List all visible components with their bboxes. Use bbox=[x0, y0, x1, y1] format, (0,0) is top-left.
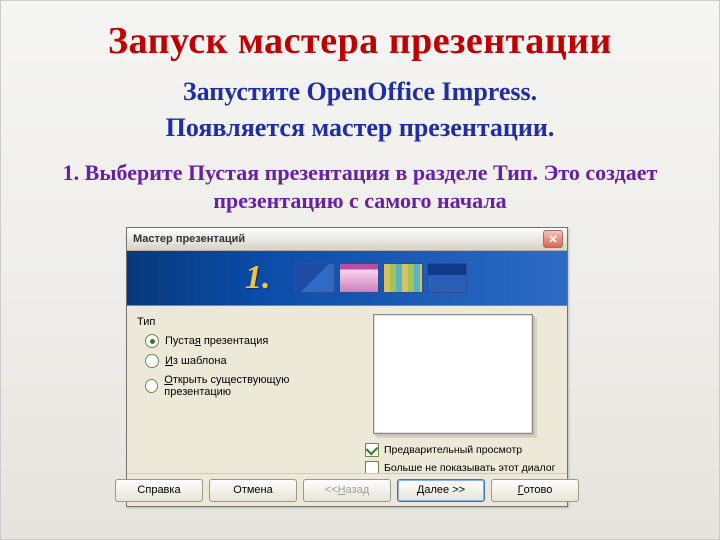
dialog-title: Мастер презентаций bbox=[133, 233, 543, 245]
wizard-step-number: 1. bbox=[245, 259, 271, 297]
radio-empty-presentation[interactable]: Пустая презентация bbox=[145, 334, 347, 348]
thumb-icon bbox=[383, 263, 423, 293]
thumb-icon bbox=[295, 263, 335, 293]
finish-button[interactable]: Готово bbox=[491, 479, 579, 502]
radio-open-existing[interactable]: Открыть существующую презентацию bbox=[145, 374, 347, 398]
page-title: Запуск мастера презентации bbox=[1, 1, 719, 63]
preview-pane bbox=[373, 314, 533, 434]
wizard-banner: 1. bbox=[127, 251, 567, 306]
type-group: Тип Пустая презентация Из шаблона Открыт… bbox=[135, 312, 347, 472]
wizard-dialog: Мастер презентаций 1. Тип Пустая презент… bbox=[126, 227, 568, 507]
radio-label: Открыть существующую презентацию bbox=[164, 374, 347, 398]
radio-icon bbox=[145, 379, 158, 393]
radio-from-template[interactable]: Из шаблона bbox=[145, 354, 347, 368]
radio-label: Из шаблона bbox=[165, 355, 227, 367]
thumb-icon bbox=[339, 263, 379, 293]
dialog-button-row: Справка Отмена << Назад Далее >> Готово bbox=[127, 473, 567, 506]
radio-label: Пустая презентация bbox=[165, 335, 268, 347]
step-1-text: 1. Выберите Пустая презентация в разделе… bbox=[61, 159, 659, 214]
cancel-button[interactable]: Отмена bbox=[209, 479, 297, 502]
help-button[interactable]: Справка bbox=[115, 479, 203, 502]
dialog-titlebar: Мастер презентаций bbox=[127, 228, 567, 251]
instruction-line-1: Запустите OpenOffice Impress. bbox=[1, 77, 719, 107]
instruction-line-2: Появляется мастер презентации. bbox=[1, 113, 719, 143]
group-label-type: Тип bbox=[137, 316, 347, 328]
back-button: << Назад bbox=[303, 479, 391, 502]
radio-icon bbox=[145, 334, 159, 348]
checkbox-label: Предварительный просмотр bbox=[384, 442, 522, 458]
checkbox-icon bbox=[365, 443, 379, 457]
next-button[interactable]: Далее >> bbox=[397, 479, 485, 502]
banner-thumbnails bbox=[295, 263, 467, 293]
slide: Запуск мастера презентации Запустите Ope… bbox=[0, 0, 720, 540]
close-button[interactable] bbox=[543, 230, 563, 248]
radio-icon bbox=[145, 354, 159, 368]
thumb-icon bbox=[427, 263, 467, 293]
checkbox-preview[interactable]: Предварительный просмотр bbox=[365, 442, 555, 458]
close-icon bbox=[549, 235, 557, 243]
